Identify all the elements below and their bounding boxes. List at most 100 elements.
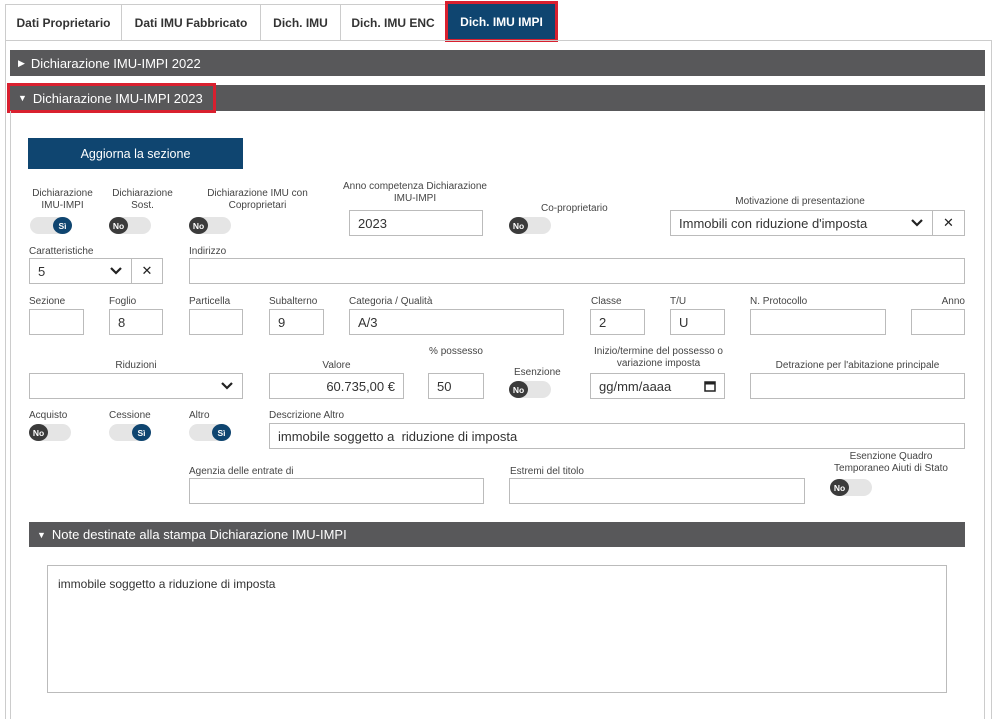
anno-competenza-label: Anno competenza Dichiarazione IMU-IMPI — [343, 181, 487, 204]
anno-input[interactable] — [911, 309, 965, 335]
chevron-down-icon — [910, 216, 924, 230]
toggle-knob: No — [29, 424, 48, 441]
esenzione-toggle[interactable]: No — [509, 381, 551, 398]
categoria-input[interactable]: A/3 — [349, 309, 564, 335]
tab-dati-imu-fabbricato[interactable]: Dati IMU Fabbricato — [121, 4, 261, 41]
accordion-2022[interactable]: ▶ Dichiarazione IMU-IMPI 2022 — [10, 50, 985, 76]
toggle-knob: No — [109, 217, 128, 234]
indirizzo-label: Indirizzo — [189, 246, 227, 257]
date-placeholder: gg/mm/aaaa — [599, 378, 672, 394]
esenzione-label: Esenzione — [514, 367, 561, 378]
categoria-value: A/3 — [358, 314, 378, 330]
categoria-label: Categoria / Qualità — [349, 296, 433, 307]
dich-sost-toggle[interactable]: No — [109, 217, 151, 234]
riduzioni-select[interactable] — [29, 373, 243, 399]
subalterno-value: 9 — [278, 314, 286, 330]
tab-label: Dati IMU Fabbricato — [134, 16, 248, 30]
note-text: immobile soggetto a riduzione di imposta — [58, 577, 276, 591]
esenzione-quadro-toggle[interactable]: No — [830, 479, 872, 496]
caratteristiche-select[interactable]: 5 — [29, 258, 132, 284]
accordion-2023-highlight — [7, 83, 216, 113]
tab-dich-imu-enc[interactable]: Dich. IMU ENC — [340, 4, 446, 41]
sezione-input[interactable] — [29, 309, 84, 335]
anno-competenza-value: 2023 — [358, 215, 387, 231]
coproprietario-toggle[interactable]: No — [509, 217, 551, 234]
cessione-toggle[interactable]: Sì — [109, 424, 151, 441]
detrazione-input[interactable] — [750, 373, 965, 399]
tab-dich-imu[interactable]: Dich. IMU — [260, 4, 341, 41]
tu-input[interactable]: U — [670, 309, 725, 335]
subalterno-input[interactable]: 9 — [269, 309, 324, 335]
classe-value: 2 — [599, 314, 607, 330]
clear-caratteristiche-button[interactable]: ✕ — [131, 258, 163, 284]
toggle-knob: No — [509, 217, 528, 234]
possesso-input[interactable]: 50 — [428, 373, 484, 399]
classe-label: Classe — [591, 296, 622, 307]
note-section-header[interactable]: ▼ Note destinate alla stampa Dichiarazio… — [29, 522, 965, 547]
dich-copropr-toggle[interactable]: No — [189, 217, 231, 234]
particella-input[interactable] — [189, 309, 243, 335]
tab-label: Dich. IMU — [273, 16, 328, 30]
caret-right-icon: ▶ — [18, 57, 25, 68]
tab-label: Dich. IMU IMPI — [460, 14, 543, 29]
agenzia-input[interactable] — [189, 478, 484, 504]
valore-label: Valore — [322, 360, 351, 371]
acquisto-toggle[interactable]: No — [29, 424, 71, 441]
caratteristiche-value: 5 — [38, 263, 46, 279]
chevron-down-icon — [109, 264, 123, 278]
tab-dati-proprietario[interactable]: Dati Proprietario — [5, 4, 122, 41]
toggle-knob: No — [189, 217, 208, 234]
tu-label: T/U — [670, 296, 687, 307]
toggle-knob: No — [830, 479, 849, 496]
tab-divider — [5, 40, 992, 41]
tab-label: Dati Proprietario — [16, 16, 111, 30]
riduzioni-label: Riduzioni — [115, 360, 157, 371]
anno-label: Anno — [941, 296, 965, 307]
dich-copropr-label: Dichiarazione IMU con Coproprietari — [207, 188, 308, 211]
close-icon: ✕ — [943, 215, 954, 230]
motivazione-value: Immobili con riduzione d'imposta — [679, 215, 868, 231]
indirizzo-input[interactable] — [189, 258, 965, 284]
acquisto-label: Acquisto — [29, 410, 68, 421]
dich-sost-label: Dichiarazione Sost. — [112, 188, 173, 211]
toggle-knob: No — [509, 381, 528, 398]
motivazione-label: Motivazione di presentazione — [735, 196, 865, 207]
detrazione-label: Detrazione per l'abitazione principale — [775, 360, 940, 371]
update-section-button[interactable]: Aggiorna la sezione — [28, 138, 243, 169]
caratteristiche-label: Caratteristiche — [29, 246, 94, 257]
chevron-down-icon — [220, 379, 234, 393]
cessione-label: Cessione — [109, 410, 151, 421]
anno-competenza-input[interactable]: 2023 — [349, 210, 483, 236]
particella-label: Particella — [189, 296, 231, 307]
possesso-label: % possesso — [429, 346, 483, 357]
accordion-2022-title: Dichiarazione IMU-IMPI 2022 — [30, 55, 201, 71]
classe-input[interactable]: 2 — [590, 309, 645, 335]
descrizione-altro-label: Descrizione Altro — [269, 410, 345, 421]
calendar-icon[interactable] — [704, 380, 716, 392]
coproprietario-label: Co-proprietario — [541, 203, 608, 214]
protocollo-label: N. Protocollo — [750, 296, 808, 307]
descrizione-altro-input[interactable]: immobile soggetto a riduzione di imposta — [269, 423, 965, 449]
tu-value: U — [679, 314, 689, 330]
tab-dich-imu-impi[interactable]: Dich. IMU IMPI — [445, 1, 558, 42]
note-section-title: Note destinate alla stampa Dichiarazione… — [51, 527, 347, 542]
descrizione-altro-value: immobile soggetto a riduzione di imposta — [278, 428, 518, 444]
close-icon: ✕ — [141, 263, 153, 278]
agenzia-label: Agenzia delle entrate di — [189, 466, 294, 477]
inizio-termine-date-input[interactable]: gg/mm/aaaa — [590, 373, 725, 399]
dich-imu-impi-toggle[interactable]: Sì — [30, 217, 72, 234]
toggle-knob: Sì — [132, 424, 151, 441]
foglio-input[interactable]: 8 — [109, 309, 163, 335]
estremi-input[interactable] — [509, 478, 805, 504]
note-textarea[interactable]: immobile soggetto a riduzione di imposta — [47, 565, 947, 693]
dich-imu-impi-label: Dichiarazione IMU-IMPI — [32, 188, 93, 211]
valore-input[interactable]: 60.735,00 € — [269, 373, 404, 399]
protocollo-input[interactable] — [750, 309, 886, 335]
altro-toggle[interactable]: Sì — [189, 424, 231, 441]
esenzione-quadro-label: Esenzione Quadro Temporaneo Aiuti di Sta… — [834, 451, 948, 474]
motivazione-select[interactable]: Immobili con riduzione d'imposta — [670, 210, 933, 236]
clear-motivazione-button[interactable]: ✕ — [932, 210, 965, 236]
toggle-knob: Sì — [212, 424, 231, 441]
valore-value: 60.735,00 € — [326, 378, 395, 394]
foglio-label: Foglio — [109, 296, 137, 307]
